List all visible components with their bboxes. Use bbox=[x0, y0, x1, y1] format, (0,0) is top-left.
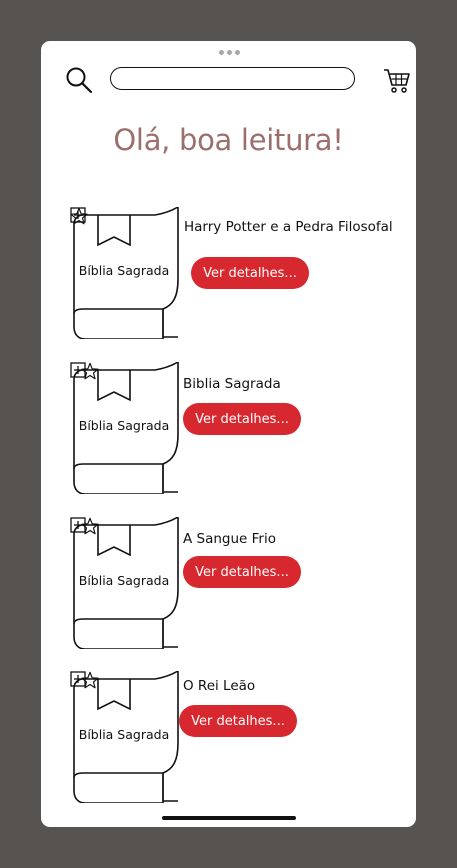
phone-screen: Olá, boa leitura! Bíblia Sagrada Harry P… bbox=[41, 41, 416, 827]
book-title[interactable]: Harry Potter e a Pedra Filosofal bbox=[184, 219, 393, 235]
cover-title: Bíblia Sagrada bbox=[78, 727, 170, 742]
details-button[interactable]: Ver detalhes... bbox=[183, 556, 301, 588]
search-input[interactable] bbox=[110, 67, 355, 90]
book-title[interactable]: O Rei Leão bbox=[183, 678, 255, 694]
cover-title: Bíblia Sagrada bbox=[78, 573, 170, 588]
book-item: Bíblia Sagrada Harry Potter e a Pedra Fi… bbox=[41, 207, 416, 347]
book-title[interactable]: A Sangue Frio bbox=[183, 531, 276, 547]
cart-icon[interactable] bbox=[383, 66, 411, 94]
search-icon[interactable] bbox=[65, 66, 93, 94]
book-cover[interactable]: Bíblia Sagrada bbox=[70, 207, 182, 339]
home-indicator bbox=[162, 816, 296, 820]
details-button[interactable]: Ver detalhes... bbox=[179, 705, 297, 737]
plus-icon[interactable] bbox=[70, 517, 86, 533]
book-item: Bíblia Sagrada Biblia Sagrada Ver detalh… bbox=[41, 362, 416, 502]
book-cover[interactable]: Bíblia Sagrada bbox=[70, 362, 182, 494]
cover-title: Bíblia Sagrada bbox=[78, 263, 170, 278]
plus-icon[interactable] bbox=[70, 671, 86, 687]
greeting-title: Olá, boa leitura! bbox=[113, 123, 344, 157]
book-item: Bíblia Sagrada A Sangue Frio Ver detalhe… bbox=[41, 517, 416, 657]
more-dots-icon[interactable] bbox=[219, 50, 240, 55]
details-button[interactable]: Ver detalhes... bbox=[183, 403, 301, 435]
details-button[interactable]: Ver detalhes... bbox=[191, 257, 309, 289]
book-title[interactable]: Biblia Sagrada bbox=[183, 376, 281, 392]
book-item: Bíblia Sagrada O Rei Leão Ver detalhes..… bbox=[41, 671, 416, 811]
plus-icon[interactable] bbox=[70, 362, 86, 378]
book-cover[interactable]: Bíblia Sagrada bbox=[70, 517, 182, 649]
book-cover[interactable]: Bíblia Sagrada bbox=[70, 671, 182, 803]
plus-icon[interactable] bbox=[70, 207, 86, 223]
cover-title: Bíblia Sagrada bbox=[78, 418, 170, 433]
